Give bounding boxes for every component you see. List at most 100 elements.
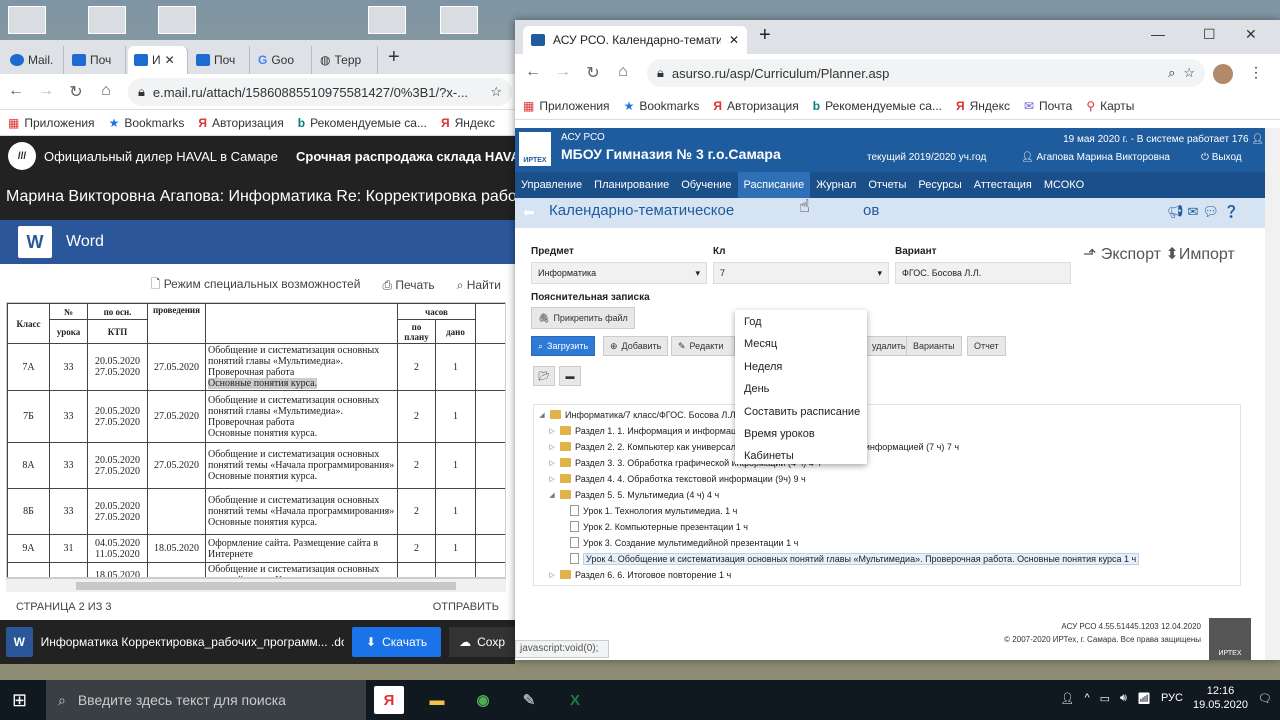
export-button[interactable]: ⬏ Экспорт bbox=[1083, 246, 1161, 263]
horizontal-scrollbar[interactable] bbox=[6, 578, 506, 592]
desktop-icon[interactable] bbox=[158, 6, 196, 34]
report-button[interactable]: Отчет bbox=[967, 336, 1006, 356]
clock[interactable]: 12:16 19.05.2020 bbox=[1193, 684, 1248, 712]
download-filename[interactable]: Информатика Корректировка_рабочих_програ… bbox=[41, 635, 344, 649]
envelope-icon[interactable]: ✉ bbox=[1188, 204, 1203, 219]
volume-icon[interactable]: 🔊︎ bbox=[1120, 692, 1127, 705]
new-tab-button[interactable]: + bbox=[388, 46, 400, 69]
tab-mail[interactable]: Mail. bbox=[4, 46, 64, 74]
send-link[interactable]: ОТПРАВИТЬ bbox=[433, 601, 499, 613]
logout-button[interactable]: ⏻ Выход bbox=[1201, 152, 1242, 163]
home-icon[interactable]: ⌂ bbox=[613, 63, 633, 83]
dropdown-item-lesson-times[interactable]: Время уроков bbox=[744, 428, 815, 440]
desktop-icon[interactable] bbox=[88, 6, 126, 34]
desktop-icon[interactable] bbox=[8, 6, 46, 34]
menu-raspisanie[interactable]: Расписание bbox=[737, 172, 811, 198]
download-button[interactable]: ⬇ Скачать bbox=[352, 627, 442, 657]
star-icon[interactable]: ☆ bbox=[1183, 65, 1195, 81]
bookmark-maps[interactable]: ⚲ Карты bbox=[1086, 99, 1134, 113]
bookmark-recommended[interactable]: b Рекомендуемые са... bbox=[813, 99, 942, 113]
taskbar-search[interactable]: ⌕ Введите здесь текст для поиска bbox=[46, 680, 366, 720]
menu-zhurnal[interactable]: Журнал bbox=[810, 172, 862, 198]
bookmark-bookmarks[interactable]: ★ Bookmarks bbox=[624, 99, 700, 113]
address-bar[interactable]: 🔒︎ e.mail.ru/attach/15860885510975581427… bbox=[128, 78, 512, 106]
star-icon[interactable]: ☆ bbox=[490, 84, 502, 100]
dropdown-item-rooms[interactable]: Кабинеты bbox=[744, 450, 794, 462]
bookmark-bookmarks[interactable]: ★ Bookmarks bbox=[109, 116, 185, 130]
bookmark-apps[interactable]: ▦ Приложения bbox=[523, 99, 610, 113]
close-icon[interactable]: ✕ bbox=[729, 33, 739, 47]
dropdown-item-day[interactable]: День bbox=[744, 383, 769, 395]
tree-lesson[interactable]: Урок 2. Компьютерные презентации 1 ч bbox=[570, 519, 748, 534]
vertical-scrollbar[interactable] bbox=[1265, 128, 1280, 660]
reload-icon[interactable]: ↻ bbox=[66, 82, 86, 102]
chat-icon[interactable]: 💬︎ bbox=[1202, 204, 1223, 219]
tab-asurso[interactable]: АСУ РСО. Календарно-тематиче ✕ bbox=[523, 26, 747, 54]
variant-field[interactable]: ФГОС. Босова Л.Л. bbox=[895, 262, 1071, 284]
maximize-button[interactable]: ☐ bbox=[1203, 26, 1216, 43]
tab-google[interactable]: G Goo bbox=[252, 46, 312, 74]
load-button[interactable]: ⌕ Загрузить bbox=[531, 336, 596, 356]
menu-obuchenie[interactable]: Обучение bbox=[675, 172, 737, 198]
megaphone-icon[interactable]: 📢︎ bbox=[1167, 204, 1188, 219]
wifi-icon[interactable]: 📶︎ bbox=[1137, 692, 1151, 705]
tree-section[interactable]: ▷ Раздел 4. 4. Обработка текстовой информ… bbox=[548, 471, 805, 486]
excel-icon[interactable]: X bbox=[560, 686, 590, 714]
tree-lesson[interactable]: Урок 1. Технология мультимедиа. 1 ч bbox=[570, 503, 737, 518]
reload-icon[interactable]: ↻ bbox=[583, 63, 603, 83]
new-tab-button[interactable]: + bbox=[759, 24, 771, 47]
menu-planirovanie[interactable]: Планирование bbox=[588, 172, 675, 198]
class-select[interactable]: 7 ▾ bbox=[713, 262, 889, 284]
bookmark-mail[interactable]: ✉ Почта bbox=[1024, 99, 1072, 113]
zoom-icon[interactable]: ⌕ bbox=[1168, 65, 1175, 81]
save-to-cloud-button[interactable]: ☁ Сохр bbox=[449, 627, 515, 657]
minimize-button[interactable]: — bbox=[1151, 26, 1165, 42]
menu-resursy[interactable]: Ресурсы bbox=[912, 172, 967, 198]
tab-active-attachment[interactable]: И ✕ bbox=[128, 46, 188, 74]
tab-mail-2[interactable]: Поч bbox=[66, 46, 126, 74]
bookmark-recommended[interactable]: b Рекомендуемые са... bbox=[298, 116, 427, 130]
desktop-icon[interactable] bbox=[368, 6, 406, 34]
help-icon[interactable]: ❓︎ bbox=[1223, 204, 1244, 219]
battery-icon[interactable]: ▭ bbox=[1100, 692, 1110, 705]
windows-start-icon[interactable]: ⊞ bbox=[12, 690, 27, 711]
file-explorer-icon[interactable]: ▬ bbox=[422, 686, 452, 714]
find-button[interactable]: ⌕ Найти bbox=[457, 278, 501, 293]
chrome-icon[interactable]: ◉ bbox=[468, 686, 498, 714]
dropdown-item-year[interactable]: Год bbox=[744, 316, 762, 328]
subject-select[interactable]: Информатика ▾ bbox=[531, 262, 707, 284]
dropdown-item-month[interactable]: Месяц bbox=[744, 338, 777, 350]
paint-icon[interactable]: ✎ bbox=[514, 686, 544, 714]
attach-file-button[interactable]: 🖇︎ Прикрепить файл bbox=[531, 307, 635, 329]
tab-terr[interactable]: ◍ Терр bbox=[314, 46, 378, 74]
tree-lesson-selected[interactable]: Урок 4. Обобщение и систематизация основ… bbox=[570, 551, 1140, 566]
forward-icon[interactable]: → bbox=[36, 82, 56, 102]
edit-button[interactable]: ✎ Редакти bbox=[671, 336, 735, 356]
menu-icon[interactable]: ⋮ bbox=[1249, 64, 1263, 81]
accessibility-mode-button[interactable]: 🗋︎ Режим специальных возможностей bbox=[151, 275, 361, 296]
desktop-icon[interactable] bbox=[440, 6, 478, 34]
chevron-up-icon[interactable]: ^ bbox=[1084, 692, 1089, 704]
bookmark-yandex[interactable]: Я Яндекс bbox=[956, 99, 1010, 113]
tree-root[interactable]: ◢ Информатика/7 класс/ФГОС. Босова Л.Л. 3… bbox=[538, 407, 758, 422]
bookmark-apps[interactable]: ▦ Приложения bbox=[8, 116, 95, 130]
menu-upravlenie[interactable]: Управление bbox=[515, 172, 588, 198]
menu-otchety[interactable]: Отчеты bbox=[862, 172, 912, 198]
menu-msoko[interactable]: МСОКО bbox=[1038, 172, 1090, 198]
yandex-browser-icon[interactable]: Я bbox=[374, 686, 404, 714]
back-icon[interactable]: ← bbox=[523, 63, 543, 83]
expand-all-button[interactable]: 📂︎ bbox=[533, 366, 555, 386]
forward-icon[interactable]: → bbox=[553, 63, 573, 83]
avatar[interactable] bbox=[1213, 64, 1233, 84]
tab-mail-3[interactable]: Поч bbox=[190, 46, 250, 74]
bookmark-auth[interactable]: Я Авторизация bbox=[198, 116, 283, 130]
address-bar[interactable]: 🔒︎ asurso.ru/asp/Curriculum/Planner.asp … bbox=[647, 59, 1205, 87]
language-indicator[interactable]: РУС bbox=[1161, 692, 1183, 704]
dropdown-item-make-schedule[interactable]: Составить расписание bbox=[744, 406, 860, 418]
ad-banner[interactable]: /// Официальный дилер HAVAL в Самаре Сро… bbox=[0, 136, 515, 176]
menu-attestaciya[interactable]: Аттестация bbox=[968, 172, 1038, 198]
user-profile-link[interactable]: 👤︎ Агапова Марина Викторовна bbox=[1021, 152, 1170, 163]
bookmark-yandex[interactable]: Я Яндекс bbox=[441, 116, 495, 130]
tree-section-expanded[interactable]: ◢ Раздел 5. 5. Мультимедиа (4 ч) 4 ч bbox=[548, 487, 719, 502]
notifications-icon[interactable]: 🗨︎ bbox=[1258, 692, 1272, 705]
